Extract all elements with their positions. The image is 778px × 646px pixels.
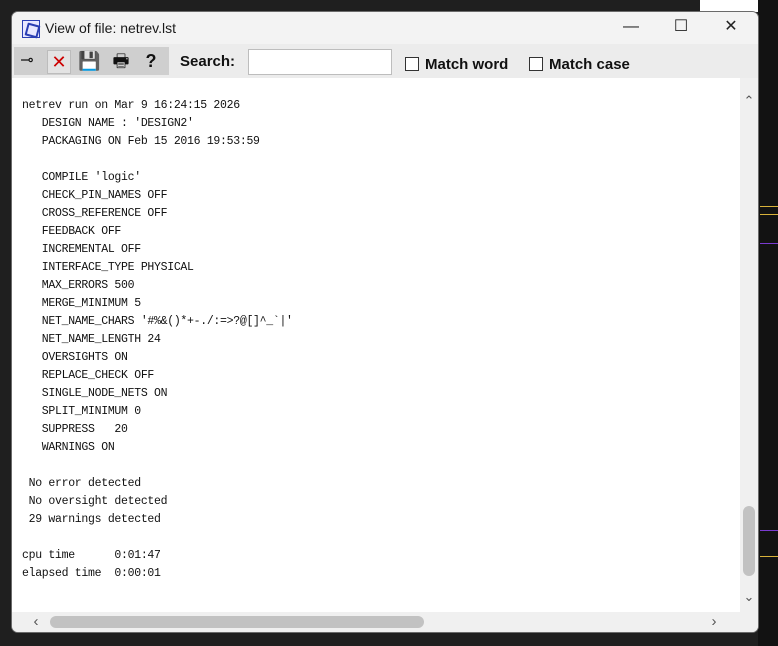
maximize-button[interactable]: ☐ — [658, 12, 704, 42]
match-case-label: Match case — [549, 55, 630, 73]
tool-button-group: ⊸ ✕ 💾 🖶 ? — [14, 47, 169, 75]
file-line: PACKAGING ON Feb 15 2016 19:53:59 — [22, 135, 260, 148]
match-word-label: Match word — [425, 55, 509, 73]
file-text: netrev run on Mar 9 16:24:15 2026 DESIGN… — [22, 97, 293, 583]
file-line: No error detected — [22, 477, 142, 490]
cancel-icon[interactable]: ✕ — [47, 50, 71, 74]
file-line: 29 warnings detected — [22, 513, 161, 526]
file-line: SPLIT_MINIMUM 0 — [22, 405, 141, 418]
file-line: MERGE_MINIMUM 5 — [22, 297, 141, 310]
file-line: INTERFACE_TYPE PHYSICAL — [22, 261, 194, 274]
app-icon — [22, 20, 40, 38]
background-line — [760, 206, 778, 207]
file-line: DESIGN NAME : 'DESIGN2' — [22, 117, 194, 130]
scroll-left-icon[interactable]: ‹ — [26, 612, 46, 632]
checkbox-box[interactable] — [405, 57, 419, 71]
scroll-down-icon[interactable]: ⌄ — [740, 588, 758, 606]
background-line — [760, 530, 778, 531]
title-bar[interactable]: View of file: netrev.lst — ☐ ✕ — [12, 12, 758, 44]
file-line: CHECK_PIN_NAMES OFF — [22, 189, 168, 202]
scroll-up-icon[interactable]: ⌃ — [740, 92, 758, 110]
file-line: elapsed time 0:00:01 — [22, 567, 161, 580]
file-line: MAX_ERRORS 500 — [22, 279, 135, 292]
horizontal-scrollbar[interactable]: ‹ › — [12, 612, 758, 632]
file-line: SUPPRESS 20 — [22, 423, 128, 436]
background-line — [760, 243, 778, 244]
background-line — [760, 556, 778, 557]
file-line: netrev run on Mar 9 16:24:15 2026 — [22, 99, 240, 112]
file-line: FEEDBACK OFF — [22, 225, 122, 238]
scroll-corner — [740, 612, 758, 632]
file-line: OVERSIGHTS ON — [22, 351, 128, 364]
checkbox-box[interactable] — [529, 57, 543, 71]
file-line: SINGLE_NODE_NETS ON — [22, 387, 168, 400]
save-icon[interactable]: 💾 — [78, 50, 100, 72]
pin-icon[interactable]: ⊸ — [16, 50, 38, 72]
close-button[interactable]: ✕ — [708, 12, 754, 42]
file-line: CROSS_REFERENCE OFF — [22, 207, 168, 220]
help-icon[interactable]: ? — [140, 50, 162, 72]
match-word-checkbox[interactable]: Match word — [405, 55, 508, 73]
file-line: NET_NAME_LENGTH 24 — [22, 333, 161, 346]
file-line: COMPILE 'logic' — [22, 171, 141, 184]
file-line: NET_NAME_CHARS '#%&()*+-./:=>?@[]^_`|' — [22, 315, 293, 328]
file-line: INCREMENTAL OFF — [22, 243, 141, 256]
file-line: REPLACE_CHECK OFF — [22, 369, 155, 382]
scroll-right-icon[interactable]: › — [704, 612, 724, 632]
vertical-scroll-thumb[interactable] — [743, 506, 755, 576]
match-case-checkbox[interactable]: Match case — [529, 55, 630, 73]
minimize-button[interactable]: — — [608, 12, 654, 42]
background-line — [760, 214, 778, 215]
file-viewer-window: View of file: netrev.lst — ☐ ✕ ⊸ ✕ 💾 🖶 ?… — [12, 12, 758, 632]
background-desktop — [758, 0, 778, 646]
window-title: View of file: netrev.lst — [45, 20, 176, 36]
file-line: cpu time 0:01:47 — [22, 549, 161, 562]
search-input[interactable] — [248, 49, 392, 75]
file-content-area[interactable]: netrev run on Mar 9 16:24:15 2026 DESIGN… — [12, 78, 740, 612]
print-icon[interactable]: 🖶 — [110, 50, 132, 72]
horizontal-scroll-thumb[interactable] — [50, 616, 424, 628]
vertical-scrollbar[interactable]: ⌃ ⌄ — [740, 78, 758, 612]
file-line: WARNINGS ON — [22, 441, 115, 454]
search-label: Search: — [180, 53, 236, 70]
file-line: No oversight detected — [22, 495, 168, 508]
toolbar: ⊸ ✕ 💾 🖶 ? Search: Match word Match case — [12, 44, 758, 78]
